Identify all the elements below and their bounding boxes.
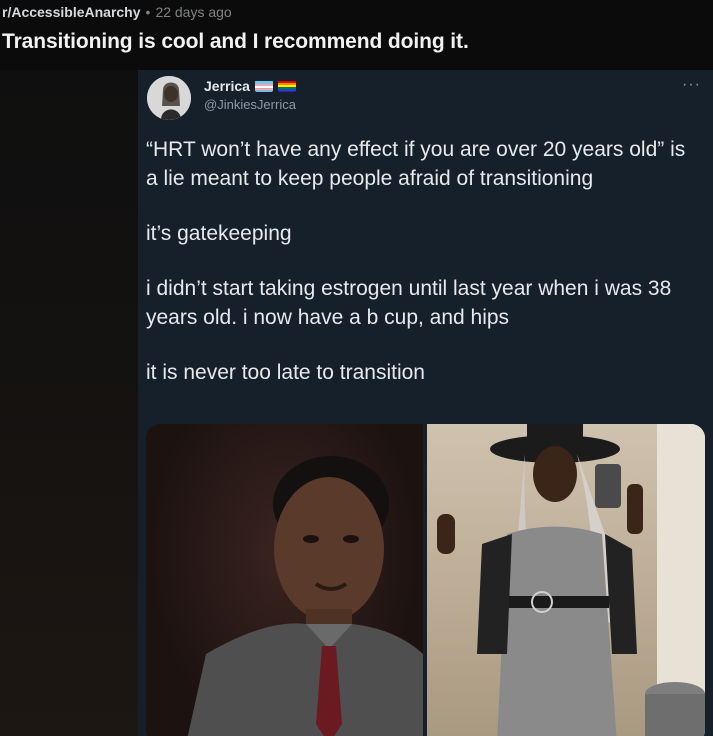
tweet-author-name: Jerrica bbox=[204, 78, 250, 94]
tweet-author-row: Jerrica bbox=[204, 78, 296, 94]
tweet-screenshot-image[interactable]: Jerrica @JinkiesJerrica ··· “HRT won’t h… bbox=[138, 70, 713, 736]
tweet-paragraph: i didn’t start taking estrogen until las… bbox=[146, 277, 672, 329]
tweet-author-handle: @JinkiesJerrica bbox=[204, 97, 296, 112]
more-icon: ··· bbox=[682, 76, 701, 93]
post-meta: r/AccessibleAnarchy • 22 days ago bbox=[2, 4, 232, 20]
post-timestamp: 22 days ago bbox=[155, 4, 232, 20]
trans-flag-icon bbox=[254, 80, 273, 92]
tweet-photos bbox=[146, 424, 705, 736]
meta-separator: • bbox=[145, 4, 151, 20]
before-photo bbox=[146, 424, 423, 736]
avatar bbox=[147, 76, 191, 120]
post-title[interactable]: Transitioning is cool and I recommend do… bbox=[2, 30, 469, 54]
subreddit-link[interactable]: r/AccessibleAnarchy bbox=[2, 4, 141, 20]
tweet-paragraph: it’s gatekeeping bbox=[146, 222, 292, 245]
tweet-paragraph: “HRT won’t have any effect if you are ov… bbox=[146, 138, 686, 190]
after-photo bbox=[427, 424, 705, 736]
tweet-body: “HRT won’t have any effect if you are ov… bbox=[146, 135, 701, 413]
avatar-image bbox=[147, 76, 191, 120]
tweet-paragraph: it is never too late to transition bbox=[146, 361, 425, 384]
rainbow-flag-icon bbox=[277, 80, 296, 92]
background-panel bbox=[0, 70, 138, 736]
